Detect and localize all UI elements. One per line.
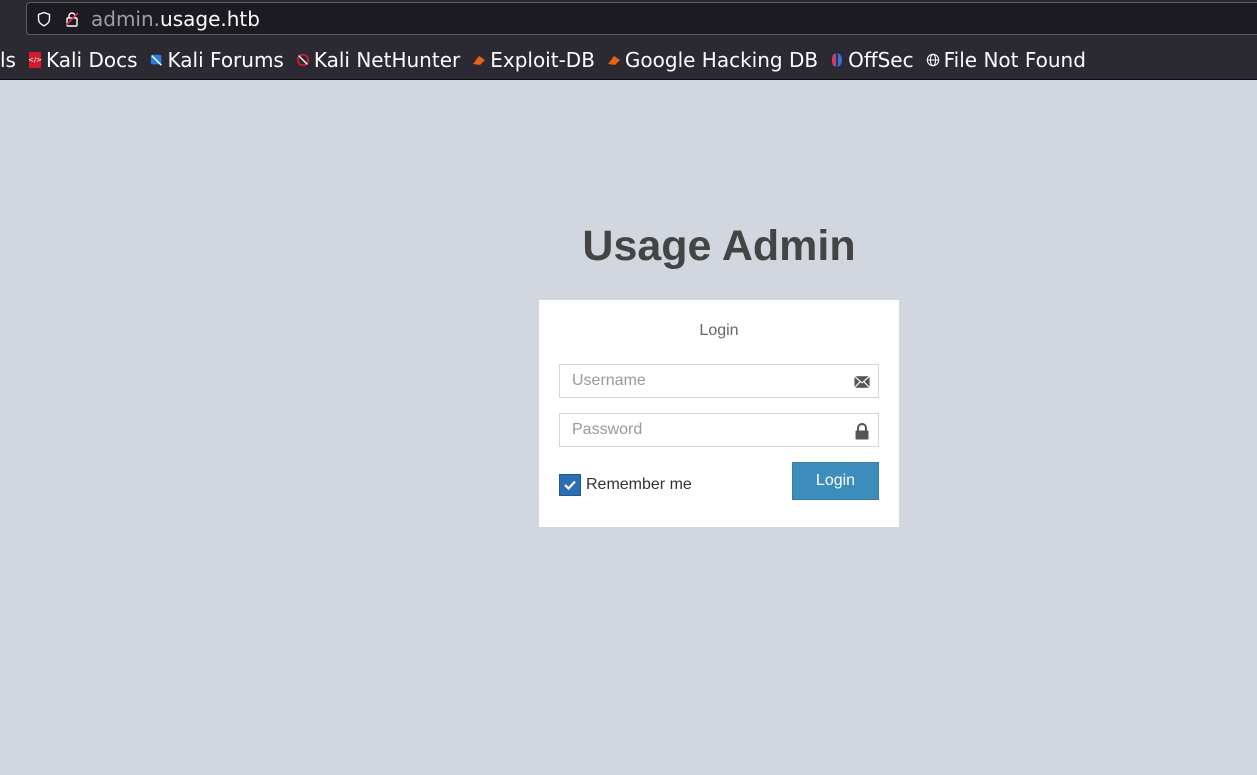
username-input[interactable] (560, 365, 878, 397)
password-field (559, 413, 879, 447)
password-input[interactable] (560, 414, 878, 446)
ghdb-icon (607, 53, 621, 67)
bookmark-label: OffSec (848, 48, 914, 72)
bookmark-kali-docs[interactable]: </> Kali Docs (28, 48, 138, 72)
username-field (559, 364, 879, 398)
browser-chrome: admin.usage.htb ls </> Kali Docs Kali Fo… (0, 0, 1257, 80)
bookmark-file-not-found[interactable]: File Not Found (926, 48, 1086, 72)
bookmark-label: Kali Docs (45, 48, 138, 72)
bookmark-label: Kali Forums (167, 48, 284, 72)
remember-me[interactable]: Remember me (559, 474, 692, 496)
page-title: Usage Admin (582, 222, 856, 270)
nethunter-icon (296, 53, 310, 67)
bookmarks-toolbar: ls </> Kali Docs Kali Forums Kali NetHun… (0, 42, 1098, 78)
exploit-db-icon (472, 53, 486, 67)
bookmark-offsec[interactable]: OffSec (830, 48, 914, 72)
bookmark-label: Exploit-DB (490, 48, 595, 72)
bookmark-truncated[interactable]: ls (0, 48, 16, 72)
globe-icon (926, 53, 940, 67)
bookmark-label: Kali NetHunter (313, 48, 461, 72)
url-domain: usage.htb (160, 7, 260, 31)
kali-docs-icon: </> (28, 52, 42, 68)
remember-checkbox[interactable] (559, 474, 581, 496)
kali-forums-icon (150, 53, 164, 67)
url-subdomain: admin. (91, 7, 161, 31)
chrome-divider (0, 79, 1257, 80)
login-box: Login Remember me Login (539, 300, 899, 527)
bookmark-google-hacking-db[interactable]: Google Hacking DB (607, 48, 818, 72)
bookmark-label: Google Hacking DB (624, 48, 819, 72)
bookmark-kali-forums[interactable]: Kali Forums (150, 48, 284, 72)
remember-label: Remember me (586, 476, 692, 493)
bookmark-label: File Not Found (943, 48, 1086, 72)
offsec-icon (830, 53, 844, 67)
bookmark-exploit-db[interactable]: Exploit-DB (472, 48, 595, 72)
login-button[interactable]: Login (792, 462, 879, 500)
bookmark-label: ls (0, 48, 16, 72)
svg-text:</>: </> (28, 56, 42, 64)
envelope-icon (854, 374, 870, 390)
login-box-message: Login (699, 322, 739, 339)
lock-insecure-icon[interactable] (63, 10, 81, 28)
shield-icon[interactable] (35, 10, 53, 28)
lock-icon (854, 422, 870, 439)
url-bar[interactable]: admin.usage.htb (26, 2, 1257, 35)
url-text[interactable]: admin.usage.htb (91, 7, 260, 31)
bookmark-kali-nethunter[interactable]: Kali NetHunter (296, 48, 460, 72)
